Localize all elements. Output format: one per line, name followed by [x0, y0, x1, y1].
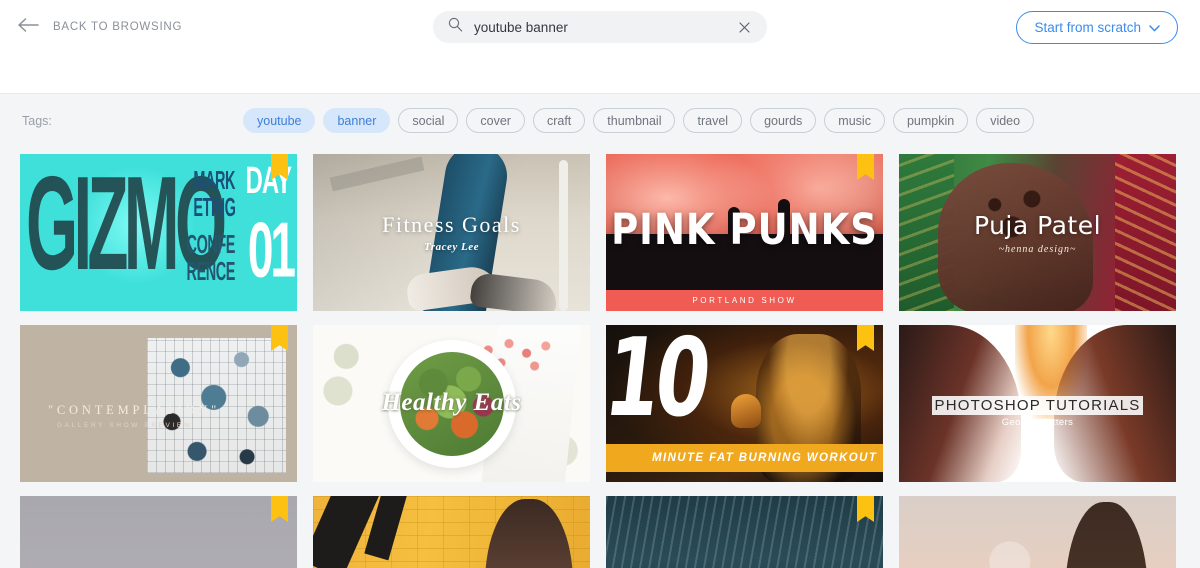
template-thumbnail: "CONTEMPLATION" GALLERY SHOW PREVIEW — [20, 325, 297, 482]
tag-social[interactable]: social — [398, 108, 459, 133]
template-subtitle-conference: CONFE RENCE — [186, 230, 236, 286]
tag-video[interactable]: video — [976, 108, 1035, 133]
start-from-scratch-button[interactable]: Start from scratch — [1016, 11, 1178, 44]
template-thumbnail: GIZMO MARK ETING CONFE RENCE DAY 01 — [20, 154, 297, 311]
template-caption: Fitness Goals Tracey Lee — [313, 154, 590, 311]
template-thumbnail — [313, 496, 590, 568]
tag-music[interactable]: music — [824, 108, 885, 133]
template-thumbnail: Puja Patel ~henna design~ — [899, 154, 1176, 311]
template-card-sunset-portrait[interactable] — [899, 496, 1176, 568]
tag-thumbnail[interactable]: thumbnail — [593, 108, 676, 133]
template-card-grey-object-banner[interactable] — [20, 496, 297, 568]
template-thumbnail: PINK PUNKS PORTLAND SHOW — [606, 154, 883, 311]
template-title-wrap: PHOTOSHOP TUTORIALS — [899, 396, 1176, 415]
back-to-browsing-label: BACK TO BROWSING — [53, 21, 183, 33]
template-thumbnail: 10 MINUTE FAT BURNING WORKOUT — [606, 325, 883, 482]
tag-banner[interactable]: banner — [323, 108, 391, 133]
close-icon[interactable] — [735, 18, 753, 36]
template-title: Healthy Eats — [381, 389, 522, 416]
template-subtitle-mark: MARK ETING — [192, 166, 235, 222]
template-card-fat-burning-workout[interactable]: 10 MINUTE FAT BURNING WORKOUT — [606, 325, 883, 482]
template-card-ocean-water-banner[interactable] — [606, 496, 883, 568]
template-subtitle: ~henna design~ — [998, 243, 1077, 255]
template-card-contemplation-gallery-show[interactable]: "CONTEMPLATION" GALLERY SHOW PREVIEW — [20, 325, 297, 482]
search-input[interactable] — [474, 19, 735, 35]
template-subtitle: GALLERY SHOW PREVIEW — [57, 422, 193, 429]
chevron-down-icon — [1149, 20, 1160, 35]
template-card-gizmo-marketing-conference[interactable]: GIZMO MARK ETING CONFE RENCE DAY 01 — [20, 154, 297, 311]
gizmo-line-1: MARK — [192, 166, 235, 195]
template-title: PHOTOSHOP TUTORIALS — [931, 396, 1144, 415]
template-title: Fitness Goals — [382, 212, 521, 237]
tags-label: Tags: — [22, 113, 52, 128]
template-card-puja-patel-henna[interactable]: Puja Patel ~henna design~ — [899, 154, 1176, 311]
gizmo-line-4: RENCE — [186, 257, 236, 286]
template-card-pink-punks[interactable]: PINK PUNKS PORTLAND SHOW — [606, 154, 883, 311]
tags-list: youtube banner social cover craft thumbn… — [243, 108, 1035, 133]
tag-travel[interactable]: travel — [683, 108, 743, 133]
template-thumbnail — [20, 496, 297, 568]
template-title: "CONTEMPLATION" — [48, 403, 221, 417]
template-card-yellow-wall-portrait[interactable] — [313, 496, 590, 568]
gizmo-day-number: 01 — [247, 205, 296, 294]
template-title: PINK PUNKS — [611, 204, 878, 255]
tag-cover[interactable]: cover — [466, 108, 525, 133]
template-card-fitness-goals[interactable]: Fitness Goals Tracey Lee — [313, 154, 590, 311]
tag-gourds[interactable]: gourds — [750, 108, 817, 133]
gizmo-line-3: CONFE — [186, 230, 236, 259]
template-thumbnail: Fitness Goals Tracey Lee — [313, 154, 590, 311]
template-title: Puja Patel — [973, 210, 1102, 240]
template-subtitle: Tracey Lee — [424, 241, 479, 253]
template-thumbnail — [899, 496, 1176, 568]
gizmo-line-2: ETING — [192, 193, 235, 222]
template-thumbnail: PHOTOSHOP TUTORIALS George Matters — [899, 325, 1176, 482]
template-subtitle: MINUTE FAT BURNING WORKOUT — [652, 452, 878, 464]
tag-pumpkin[interactable]: pumpkin — [892, 108, 969, 133]
template-footer-bar: MINUTE FAT BURNING WORKOUT — [606, 444, 883, 472]
app-header: BACK TO BROWSING Start from scratch — [0, 0, 1200, 94]
back-to-browsing-button[interactable]: BACK TO BROWSING — [18, 14, 182, 40]
template-subtitle: George Matters — [1001, 417, 1074, 428]
tag-craft[interactable]: craft — [532, 108, 586, 133]
template-caption: Puja Patel ~henna design~ — [899, 154, 1176, 311]
tag-youtube[interactable]: youtube — [243, 108, 316, 133]
template-card-photoshop-tutorials[interactable]: PHOTOSHOP TUTORIALS George Matters — [899, 325, 1176, 482]
search-icon — [448, 17, 463, 37]
arrow-left-icon — [18, 17, 40, 37]
template-thumbnail — [606, 496, 883, 568]
start-from-scratch-label: Start from scratch — [1034, 20, 1141, 35]
search-bar[interactable] — [433, 11, 767, 43]
template-subtitle: PORTLAND SHOW — [692, 296, 797, 305]
template-footer-bar: PORTLAND SHOW — [606, 290, 883, 311]
template-card-healthy-eats[interactable]: Healthy Eats — [313, 325, 590, 482]
tags-bar: Tags: youtube banner social cover craft … — [0, 94, 1200, 147]
decorative-glove — [731, 394, 762, 429]
template-thumbnail: Healthy Eats — [313, 325, 590, 482]
template-grid: GIZMO MARK ETING CONFE RENCE DAY 01 Fitn… — [0, 147, 1200, 568]
decorative-portrait — [484, 499, 574, 568]
template-title: 10 — [606, 325, 713, 441]
